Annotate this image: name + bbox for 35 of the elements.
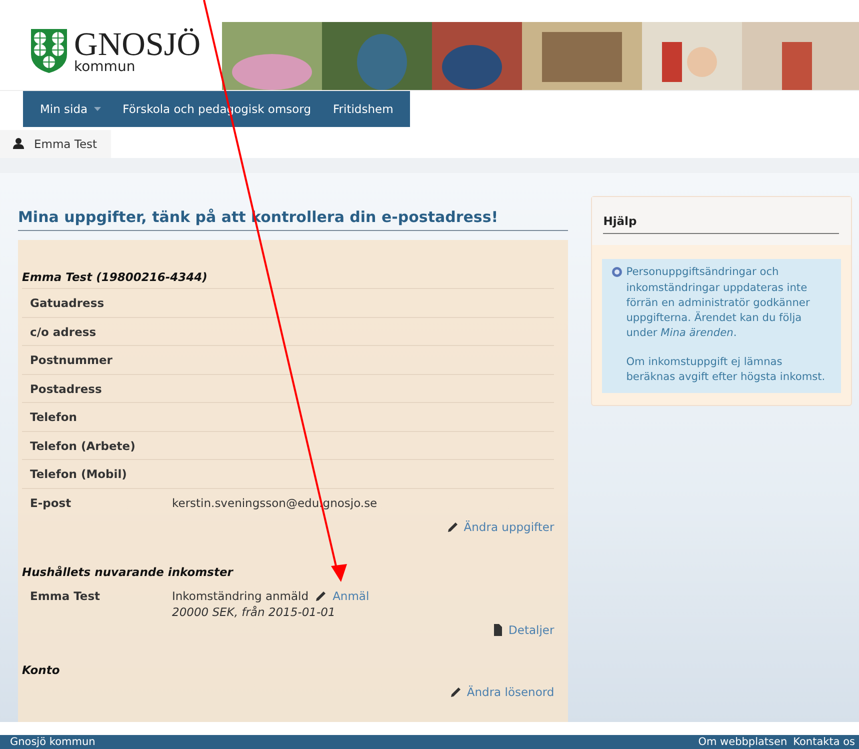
pencil-icon: [314, 590, 327, 602]
field-label: Telefon (Mobil): [30, 467, 128, 482]
field-value: Inkomständring anmäld: [172, 589, 309, 604]
crest-icon: [30, 28, 68, 74]
logo-name: GNOSJÖ: [74, 28, 201, 62]
footer-link[interactable]: Om webbplatsen: [698, 736, 788, 748]
info-icon: [612, 267, 622, 278]
field-label: E-post: [30, 496, 72, 510]
section-heading: Hushållets nuvarande inkomster: [22, 565, 234, 582]
footer-link[interactable]: Kontakta os: [793, 736, 855, 748]
pencil-icon: [446, 521, 459, 534]
edit-link[interactable]: Ändra uppgifter: [464, 520, 554, 534]
field-label: c/o adress: [30, 324, 98, 339]
user-tab[interactable]: Emma Test: [0, 130, 112, 158]
user-name: Emma Test: [34, 136, 98, 151]
help-text: Personuppgiftsändringar och inkomständringar uppdateras inte förrän en administratör godkänner uppgifterna. Ärendet kan du följa under Mina ärenden.: [626, 265, 811, 342]
pencil-icon: [450, 686, 462, 698]
logo-subtitle: kommun: [74, 60, 136, 74]
footer-text: Gnosjö kommun: [10, 736, 96, 748]
help-text: Om inkomstuppgift ej lämnas beräknas avgift efter högsta inkomst.: [626, 354, 826, 386]
field-label: Gatuadress: [30, 296, 106, 310]
user-icon: [13, 138, 24, 150]
document-icon: [492, 624, 504, 636]
field-label: Telefon: [30, 410, 78, 424]
nav-link[interactable]: Fritidshem: [322, 91, 404, 128]
field-label: Postadress: [30, 382, 103, 396]
field-label: Telefon (Arbete): [30, 438, 136, 453]
report-link[interactable]: Anmäl: [332, 589, 370, 604]
field-label: Postnummer: [30, 353, 114, 368]
nav-link[interactable]: Min sida: [29, 91, 112, 128]
field-label: Emma Test: [30, 589, 102, 606]
income-detail: 20000 SEK, från 2015-01-01: [172, 605, 336, 620]
help-title: Hjälp: [603, 214, 839, 234]
section-heading: Konto: [22, 663, 61, 680]
section-heading: Emma Test (19800216-4344): [22, 270, 208, 286]
